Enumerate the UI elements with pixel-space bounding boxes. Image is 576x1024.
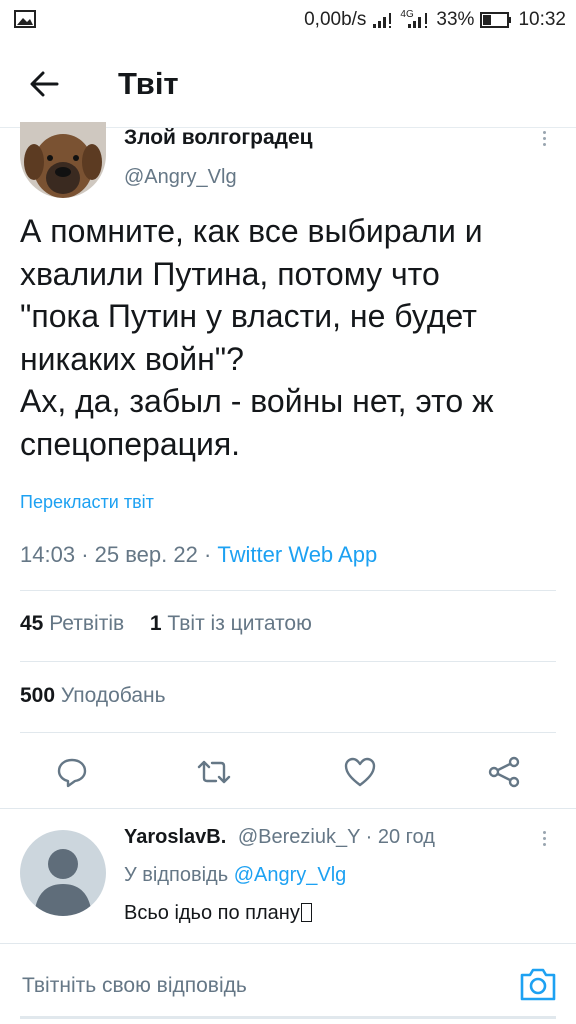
retweet-stats: 45 Ретвітів 1 Твіт із цитатою [20, 612, 312, 636]
author-name[interactable]: Злой волгоградец [124, 126, 313, 150]
tweet-text-line: Ах, да, забыл - войны нет, это ж [20, 383, 494, 419]
replying-to-mention[interactable]: @Angry_Vlg [234, 864, 347, 886]
network-type: 4G [400, 9, 414, 20]
status-bar-right: 0,00b/s 4G 33% 10:32 [304, 8, 566, 32]
divider [20, 590, 556, 591]
reply-button[interactable] [52, 752, 92, 792]
tweet-text-line: "пока Путин у власти, не будет [20, 298, 477, 334]
retweets-label: Ретвітів [49, 612, 125, 635]
more-vertical-icon [542, 830, 546, 846]
battery-percent: 33% [436, 9, 475, 30]
divider [20, 732, 556, 733]
tweet-time: 14:03 [20, 542, 76, 567]
replying-to: У відповідь @Angry_Vlg [124, 864, 346, 887]
gallery-notification-icon [14, 10, 36, 28]
likes-link[interactable]: 500 Уподобань [20, 684, 166, 708]
tweet-date: 25 вер. 22 [94, 542, 198, 567]
reply-author-name[interactable]: YaroslavB. [124, 826, 226, 848]
heart-icon [344, 757, 376, 787]
page-title: Твіт [118, 66, 179, 101]
retweet-icon [197, 760, 231, 784]
meta-separator: · [81, 542, 89, 567]
quotes-count: 1 [149, 612, 162, 635]
tweet-actions [0, 748, 576, 796]
reply-separator: · [365, 826, 373, 848]
status-bar: 0,00b/s 4G 33% 10:32 [0, 0, 576, 40]
compose-underline [20, 1016, 556, 1019]
reply-age: 20 год [377, 826, 435, 848]
reply-text: Всьо ідьо по плану [124, 902, 312, 925]
author-handle[interactable]: @Angry_Vlg [124, 166, 237, 189]
quotes-label: Твіт із цитатою [167, 612, 312, 635]
missing-glyph-icon [300, 903, 312, 922]
retweet-button[interactable] [194, 752, 234, 792]
clock: 10:32 [518, 9, 566, 30]
tweet-text-line: спецоперация. [20, 425, 241, 462]
tweet-text-line: А помните, как все выбирали и [20, 213, 483, 249]
replying-to-label: У відповідь [124, 864, 229, 886]
reply-author-handle[interactable]: @Bereziuk_Y [238, 826, 360, 848]
reply-text-content: Всьо ідьо по плану [124, 902, 300, 924]
like-button[interactable] [340, 752, 380, 792]
reply-compose-input[interactable]: Твітніть свою відповідь [22, 974, 247, 998]
author-avatar[interactable] [20, 122, 106, 198]
reply-icon [57, 758, 87, 788]
likes-label: Уподобань [60, 684, 166, 707]
retweets-link[interactable]: 45 Ретвітів [20, 612, 124, 635]
quotes-link[interactable]: 1 Твіт із цитатою [150, 612, 312, 635]
back-button[interactable] [22, 62, 66, 106]
tweet-more-button[interactable] [532, 126, 556, 150]
more-vertical-icon [542, 130, 546, 146]
meta-separator: · [203, 542, 212, 567]
tweet-text: А помните, как все выбирали и хвалили Пу… [20, 210, 560, 465]
retweets-count: 45 [20, 612, 44, 635]
divider [20, 661, 556, 662]
tweet-text-line: хвалили Путина, потому что [20, 255, 440, 292]
reply-author-avatar[interactable] [20, 830, 106, 916]
signal-icon [372, 11, 394, 29]
compose-bar: Твітніть свою відповідь [0, 944, 576, 1024]
reply-header: YaroslavB. @Bereziuk_Y · 20 год [124, 826, 435, 849]
app-header: Твіт [0, 40, 576, 128]
likes-count: 500 [20, 684, 56, 707]
share-icon [488, 756, 520, 788]
tweet-source-link[interactable]: Twitter Web App [217, 542, 377, 567]
reply-more-button[interactable] [532, 826, 556, 850]
tweet-text-line: никаких войн"? [20, 340, 244, 377]
signal-4g-icon: 4G [400, 9, 430, 29]
arrow-left-icon [30, 71, 59, 97]
tweet-meta: 14:03 · 25 вер. 22 · Twitter Web App [20, 542, 377, 568]
share-button[interactable] [484, 752, 524, 792]
section-divider [0, 808, 576, 809]
battery-icon [480, 12, 512, 28]
camera-button[interactable] [518, 966, 558, 1002]
translate-tweet-link[interactable]: Перекласти твіт [20, 492, 154, 513]
camera-icon [520, 968, 556, 1001]
network-speed: 0,00b/s [304, 9, 367, 30]
